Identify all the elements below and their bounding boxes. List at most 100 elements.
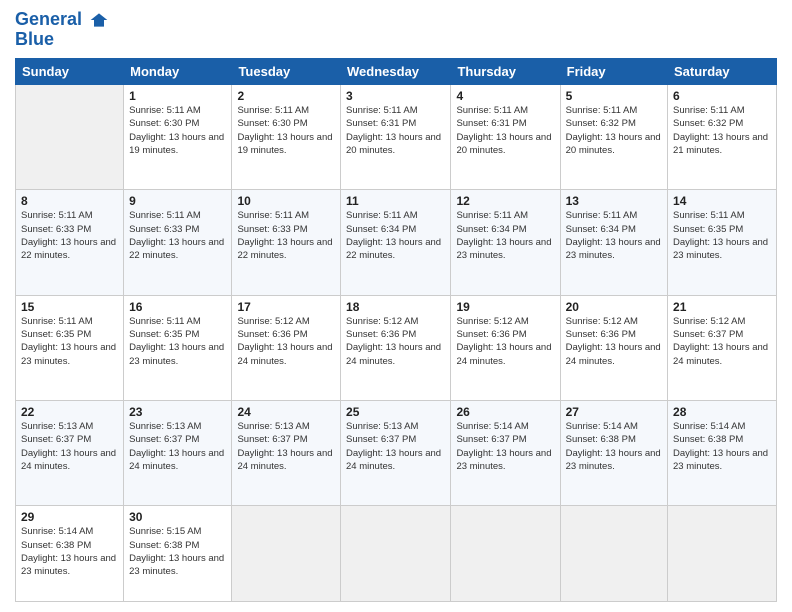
day-info: Sunrise: 5:11 AMSunset: 6:32 PMDaylight:… bbox=[673, 104, 771, 157]
calendar-cell bbox=[451, 506, 560, 602]
day-number: 15 bbox=[21, 300, 118, 314]
calendar-cell: 5Sunrise: 5:11 AMSunset: 6:32 PMDaylight… bbox=[560, 85, 667, 190]
day-number: 23 bbox=[129, 405, 226, 419]
day-number: 29 bbox=[21, 510, 118, 524]
day-info: Sunrise: 5:12 AMSunset: 6:37 PMDaylight:… bbox=[673, 315, 771, 368]
calendar-cell: 6Sunrise: 5:11 AMSunset: 6:32 PMDaylight… bbox=[668, 85, 777, 190]
day-number: 26 bbox=[456, 405, 554, 419]
calendar-cell: 22Sunrise: 5:13 AMSunset: 6:37 PMDayligh… bbox=[16, 400, 124, 505]
day-number: 21 bbox=[673, 300, 771, 314]
calendar-cell: 21Sunrise: 5:12 AMSunset: 6:37 PMDayligh… bbox=[668, 295, 777, 400]
calendar-cell bbox=[668, 506, 777, 602]
day-number: 27 bbox=[566, 405, 662, 419]
day-info: Sunrise: 5:11 AMSunset: 6:31 PMDaylight:… bbox=[456, 104, 554, 157]
weekday-header-monday: Monday bbox=[124, 59, 232, 85]
day-info: Sunrise: 5:12 AMSunset: 6:36 PMDaylight:… bbox=[456, 315, 554, 368]
calendar-cell: 8Sunrise: 5:11 AMSunset: 6:33 PMDaylight… bbox=[16, 190, 124, 295]
day-info: Sunrise: 5:13 AMSunset: 6:37 PMDaylight:… bbox=[237, 420, 335, 473]
weekday-header-sunday: Sunday bbox=[16, 59, 124, 85]
day-number: 13 bbox=[566, 194, 662, 208]
calendar-cell: 15Sunrise: 5:11 AMSunset: 6:35 PMDayligh… bbox=[16, 295, 124, 400]
weekday-header-saturday: Saturday bbox=[668, 59, 777, 85]
day-number: 10 bbox=[237, 194, 335, 208]
calendar-cell: 29Sunrise: 5:14 AMSunset: 6:38 PMDayligh… bbox=[16, 506, 124, 602]
day-number: 14 bbox=[673, 194, 771, 208]
day-number: 30 bbox=[129, 510, 226, 524]
day-number: 19 bbox=[456, 300, 554, 314]
day-info: Sunrise: 5:11 AMSunset: 6:35 PMDaylight:… bbox=[673, 209, 771, 262]
calendar-cell: 28Sunrise: 5:14 AMSunset: 6:38 PMDayligh… bbox=[668, 400, 777, 505]
day-info: Sunrise: 5:11 AMSunset: 6:30 PMDaylight:… bbox=[129, 104, 226, 157]
day-number: 17 bbox=[237, 300, 335, 314]
day-info: Sunrise: 5:14 AMSunset: 6:38 PMDaylight:… bbox=[21, 525, 118, 578]
logo-general: General bbox=[15, 9, 82, 29]
logo-blue: Blue bbox=[15, 30, 109, 50]
day-info: Sunrise: 5:14 AMSunset: 6:38 PMDaylight:… bbox=[566, 420, 662, 473]
calendar-cell: 18Sunrise: 5:12 AMSunset: 6:36 PMDayligh… bbox=[341, 295, 451, 400]
day-info: Sunrise: 5:13 AMSunset: 6:37 PMDaylight:… bbox=[346, 420, 445, 473]
calendar-cell: 1Sunrise: 5:11 AMSunset: 6:30 PMDaylight… bbox=[124, 85, 232, 190]
day-info: Sunrise: 5:11 AMSunset: 6:34 PMDaylight:… bbox=[456, 209, 554, 262]
day-number: 20 bbox=[566, 300, 662, 314]
day-info: Sunrise: 5:11 AMSunset: 6:33 PMDaylight:… bbox=[21, 209, 118, 262]
weekday-header-tuesday: Tuesday bbox=[232, 59, 341, 85]
calendar-cell: 2Sunrise: 5:11 AMSunset: 6:30 PMDaylight… bbox=[232, 85, 341, 190]
calendar-cell: 27Sunrise: 5:14 AMSunset: 6:38 PMDayligh… bbox=[560, 400, 667, 505]
calendar-cell bbox=[560, 506, 667, 602]
day-number: 2 bbox=[237, 89, 335, 103]
day-number: 11 bbox=[346, 194, 445, 208]
logo: General Blue bbox=[15, 10, 109, 50]
weekday-header-friday: Friday bbox=[560, 59, 667, 85]
calendar-cell: 26Sunrise: 5:14 AMSunset: 6:37 PMDayligh… bbox=[451, 400, 560, 505]
day-number: 22 bbox=[21, 405, 118, 419]
calendar-cell: 17Sunrise: 5:12 AMSunset: 6:36 PMDayligh… bbox=[232, 295, 341, 400]
day-number: 1 bbox=[129, 89, 226, 103]
calendar-cell: 23Sunrise: 5:13 AMSunset: 6:37 PMDayligh… bbox=[124, 400, 232, 505]
calendar-cell: 13Sunrise: 5:11 AMSunset: 6:34 PMDayligh… bbox=[560, 190, 667, 295]
calendar-cell: 25Sunrise: 5:13 AMSunset: 6:37 PMDayligh… bbox=[341, 400, 451, 505]
day-number: 25 bbox=[346, 405, 445, 419]
day-number: 12 bbox=[456, 194, 554, 208]
day-info: Sunrise: 5:11 AMSunset: 6:35 PMDaylight:… bbox=[21, 315, 118, 368]
day-number: 9 bbox=[129, 194, 226, 208]
calendar-cell: 16Sunrise: 5:11 AMSunset: 6:35 PMDayligh… bbox=[124, 295, 232, 400]
day-info: Sunrise: 5:14 AMSunset: 6:38 PMDaylight:… bbox=[673, 420, 771, 473]
day-info: Sunrise: 5:13 AMSunset: 6:37 PMDaylight:… bbox=[129, 420, 226, 473]
day-number: 3 bbox=[346, 89, 445, 103]
calendar-cell: 11Sunrise: 5:11 AMSunset: 6:34 PMDayligh… bbox=[341, 190, 451, 295]
day-info: Sunrise: 5:12 AMSunset: 6:36 PMDaylight:… bbox=[566, 315, 662, 368]
day-number: 24 bbox=[237, 405, 335, 419]
day-info: Sunrise: 5:12 AMSunset: 6:36 PMDaylight:… bbox=[237, 315, 335, 368]
day-info: Sunrise: 5:11 AMSunset: 6:34 PMDaylight:… bbox=[346, 209, 445, 262]
logo-icon bbox=[89, 10, 109, 30]
day-number: 4 bbox=[456, 89, 554, 103]
day-info: Sunrise: 5:13 AMSunset: 6:37 PMDaylight:… bbox=[21, 420, 118, 473]
calendar-cell: 12Sunrise: 5:11 AMSunset: 6:34 PMDayligh… bbox=[451, 190, 560, 295]
calendar-cell: 20Sunrise: 5:12 AMSunset: 6:36 PMDayligh… bbox=[560, 295, 667, 400]
weekday-header-wednesday: Wednesday bbox=[341, 59, 451, 85]
calendar-cell: 3Sunrise: 5:11 AMSunset: 6:31 PMDaylight… bbox=[341, 85, 451, 190]
calendar-cell: 4Sunrise: 5:11 AMSunset: 6:31 PMDaylight… bbox=[451, 85, 560, 190]
calendar-cell: 24Sunrise: 5:13 AMSunset: 6:37 PMDayligh… bbox=[232, 400, 341, 505]
calendar-cell bbox=[232, 506, 341, 602]
day-info: Sunrise: 5:14 AMSunset: 6:37 PMDaylight:… bbox=[456, 420, 554, 473]
day-info: Sunrise: 5:11 AMSunset: 6:32 PMDaylight:… bbox=[566, 104, 662, 157]
day-info: Sunrise: 5:11 AMSunset: 6:31 PMDaylight:… bbox=[346, 104, 445, 157]
day-info: Sunrise: 5:15 AMSunset: 6:38 PMDaylight:… bbox=[129, 525, 226, 578]
calendar-cell: 19Sunrise: 5:12 AMSunset: 6:36 PMDayligh… bbox=[451, 295, 560, 400]
day-info: Sunrise: 5:11 AMSunset: 6:35 PMDaylight:… bbox=[129, 315, 226, 368]
day-number: 6 bbox=[673, 89, 771, 103]
page: General Blue SundayMondayTuesdayWednesda… bbox=[0, 0, 792, 612]
day-number: 5 bbox=[566, 89, 662, 103]
day-info: Sunrise: 5:12 AMSunset: 6:36 PMDaylight:… bbox=[346, 315, 445, 368]
weekday-header-thursday: Thursday bbox=[451, 59, 560, 85]
day-info: Sunrise: 5:11 AMSunset: 6:33 PMDaylight:… bbox=[129, 209, 226, 262]
day-info: Sunrise: 5:11 AMSunset: 6:33 PMDaylight:… bbox=[237, 209, 335, 262]
day-info: Sunrise: 5:11 AMSunset: 6:34 PMDaylight:… bbox=[566, 209, 662, 262]
calendar-cell bbox=[16, 85, 124, 190]
header: General Blue bbox=[15, 10, 777, 50]
day-number: 28 bbox=[673, 405, 771, 419]
day-info: Sunrise: 5:11 AMSunset: 6:30 PMDaylight:… bbox=[237, 104, 335, 157]
calendar-cell: 10Sunrise: 5:11 AMSunset: 6:33 PMDayligh… bbox=[232, 190, 341, 295]
day-number: 18 bbox=[346, 300, 445, 314]
